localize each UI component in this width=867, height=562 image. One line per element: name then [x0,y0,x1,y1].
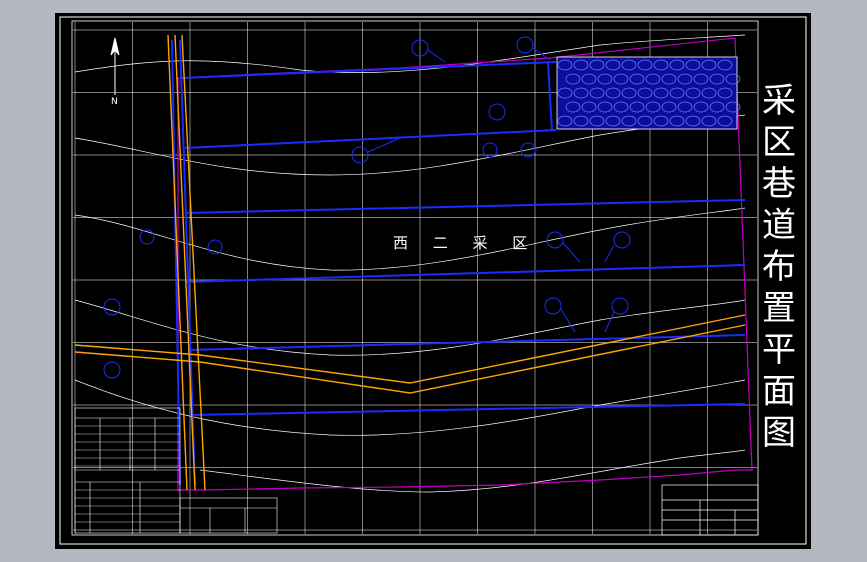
drawing-title-char: 布 [762,247,796,287]
drawing-title-char: 巷 [762,164,796,204]
cad-drawing: N 西 二 采 区 采区巷道布置平面图 [59,16,807,545]
goaf-area [556,56,741,130]
north-arrow-label: N [111,97,118,107]
mining-area-label: 西 二 采 区 [393,234,537,252]
cad-viewport[interactable]: N 西 二 采 区 采 区 巷 道 布 置 平 面 图 [0,0,867,562]
drawing-title-char: 采 [762,81,796,121]
drawing-title-char: 面 [762,372,796,412]
drawing-title-char: 图 [762,413,796,453]
title-block [661,484,759,536]
drawing-title-char: 置 [762,289,796,329]
drawing-title-char: 道 [762,206,796,246]
drawing-title: 采区巷道布置平面图 [762,81,796,453]
drawing-title-char: 区 [762,123,796,163]
legend-row-lines [75,425,180,523]
drawing-title-char: 平 [762,330,796,370]
